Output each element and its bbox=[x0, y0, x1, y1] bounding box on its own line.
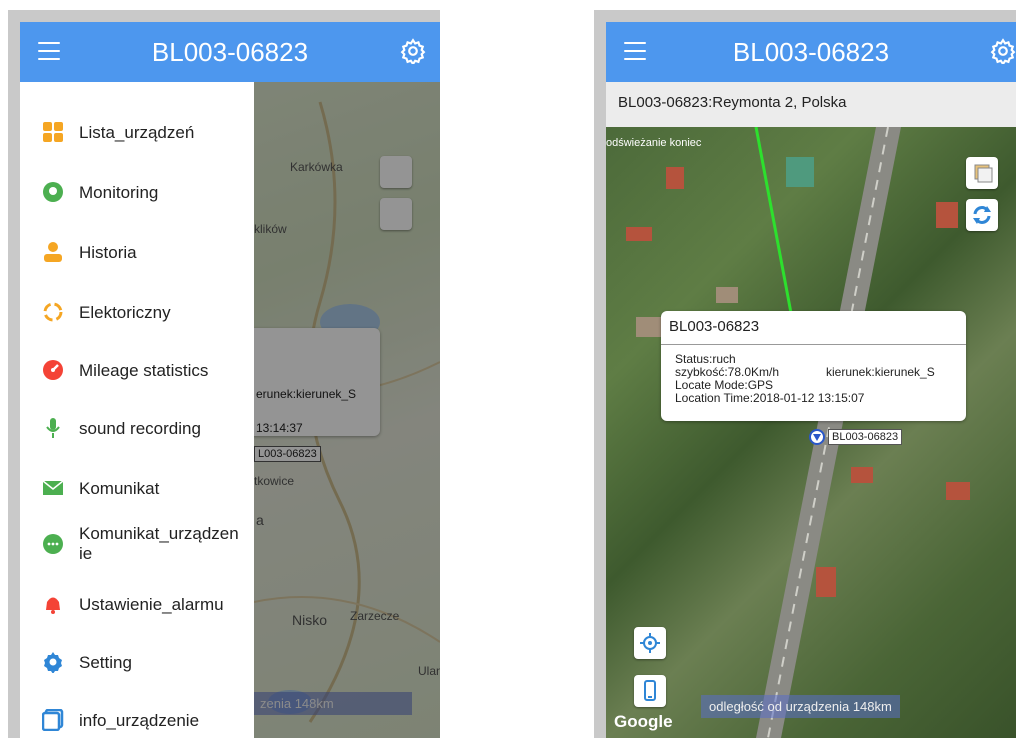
bell-icon bbox=[46, 597, 60, 614]
settings-gear-icon[interactable] bbox=[990, 38, 1016, 64]
vehicle-marker-icon[interactable] bbox=[809, 429, 825, 445]
gauge-icon bbox=[43, 360, 63, 380]
menu-label: Komunikat_urządzen ie bbox=[79, 524, 239, 563]
menu-label: Elektoriczny bbox=[79, 303, 171, 322]
google-logo: Google bbox=[614, 712, 673, 731]
menu-label: Ustawienie_alarmu bbox=[79, 595, 224, 614]
device-info-icon bbox=[42, 709, 64, 731]
settings-gear-icon[interactable] bbox=[400, 38, 426, 64]
popup-direction: kierunek:kierunek_S bbox=[826, 365, 935, 379]
my-location-button[interactable] bbox=[634, 627, 666, 659]
circle-fence-icon bbox=[43, 302, 63, 322]
mail-icon bbox=[42, 480, 64, 495]
phone-icon bbox=[644, 680, 656, 701]
refresh-notice: odświeżanie koniec bbox=[606, 137, 702, 149]
marker-label: BL003-06823 bbox=[828, 429, 903, 445]
app-bar: BL003-06823 bbox=[20, 22, 440, 82]
gear-icon bbox=[44, 652, 62, 673]
menu-label: Setting bbox=[79, 653, 132, 672]
refresh-icon bbox=[973, 206, 991, 224]
satellite-map[interactable]: odświeżanie koniec BL003-06823 Status:ru… bbox=[606, 127, 1016, 738]
menu-label: Monitoring bbox=[79, 183, 159, 202]
map-layers-button[interactable] bbox=[966, 157, 998, 189]
menu-label: Lista_urządzeń bbox=[79, 123, 195, 142]
grid-icon bbox=[43, 122, 63, 142]
app-title: BL003-06823 bbox=[732, 37, 890, 67]
chat-bubble-icon bbox=[43, 534, 63, 554]
menu-label: Historia bbox=[79, 243, 137, 262]
menu-label: sound recording bbox=[79, 419, 201, 438]
popup-divider bbox=[661, 344, 966, 345]
navigation-drawer: Lista_urządzeń Monitoring Historia Elekt… bbox=[20, 82, 254, 738]
menu-label: Komunikat bbox=[79, 479, 160, 498]
crosshair-icon bbox=[640, 633, 660, 653]
info-popup: BL003-06823 Status:ruch szybkość:78.0Km/… bbox=[661, 311, 966, 421]
layers-icon bbox=[974, 164, 993, 183]
menu-label: Mileage statistics bbox=[79, 361, 209, 380]
distance-bar: odległość od urządzenia 148km bbox=[701, 695, 900, 718]
right-screen: BL003-06823 BL003-06823:Reymonta 2, Pols… bbox=[594, 10, 1016, 738]
left-screen: BL003-06823 Karkówka klików tkowice a Ni… bbox=[8, 10, 440, 738]
left-content: Karkówka klików tkowice a Nisko Zarzecze… bbox=[20, 82, 440, 738]
address-bar: BL003-06823:Reymonta 2, Polska bbox=[606, 82, 1016, 127]
app-bar: BL003-06823 bbox=[606, 22, 1016, 82]
popup-title: BL003-06823 bbox=[669, 318, 760, 335]
microphone-icon bbox=[46, 418, 60, 438]
location-pin-icon bbox=[43, 182, 63, 202]
app-title: BL003-06823 bbox=[151, 37, 309, 67]
person-history-icon bbox=[44, 242, 62, 262]
popup-time: Location Time:2018-01-12 13:15:07 bbox=[675, 391, 865, 405]
right-content: BL003-06823:Reymonta 2, Polska odświeżan… bbox=[606, 82, 1016, 738]
phone-location-button[interactable] bbox=[634, 675, 666, 707]
menu-label: info_urządzenie bbox=[79, 711, 200, 730]
map-refresh-button[interactable] bbox=[966, 199, 998, 231]
